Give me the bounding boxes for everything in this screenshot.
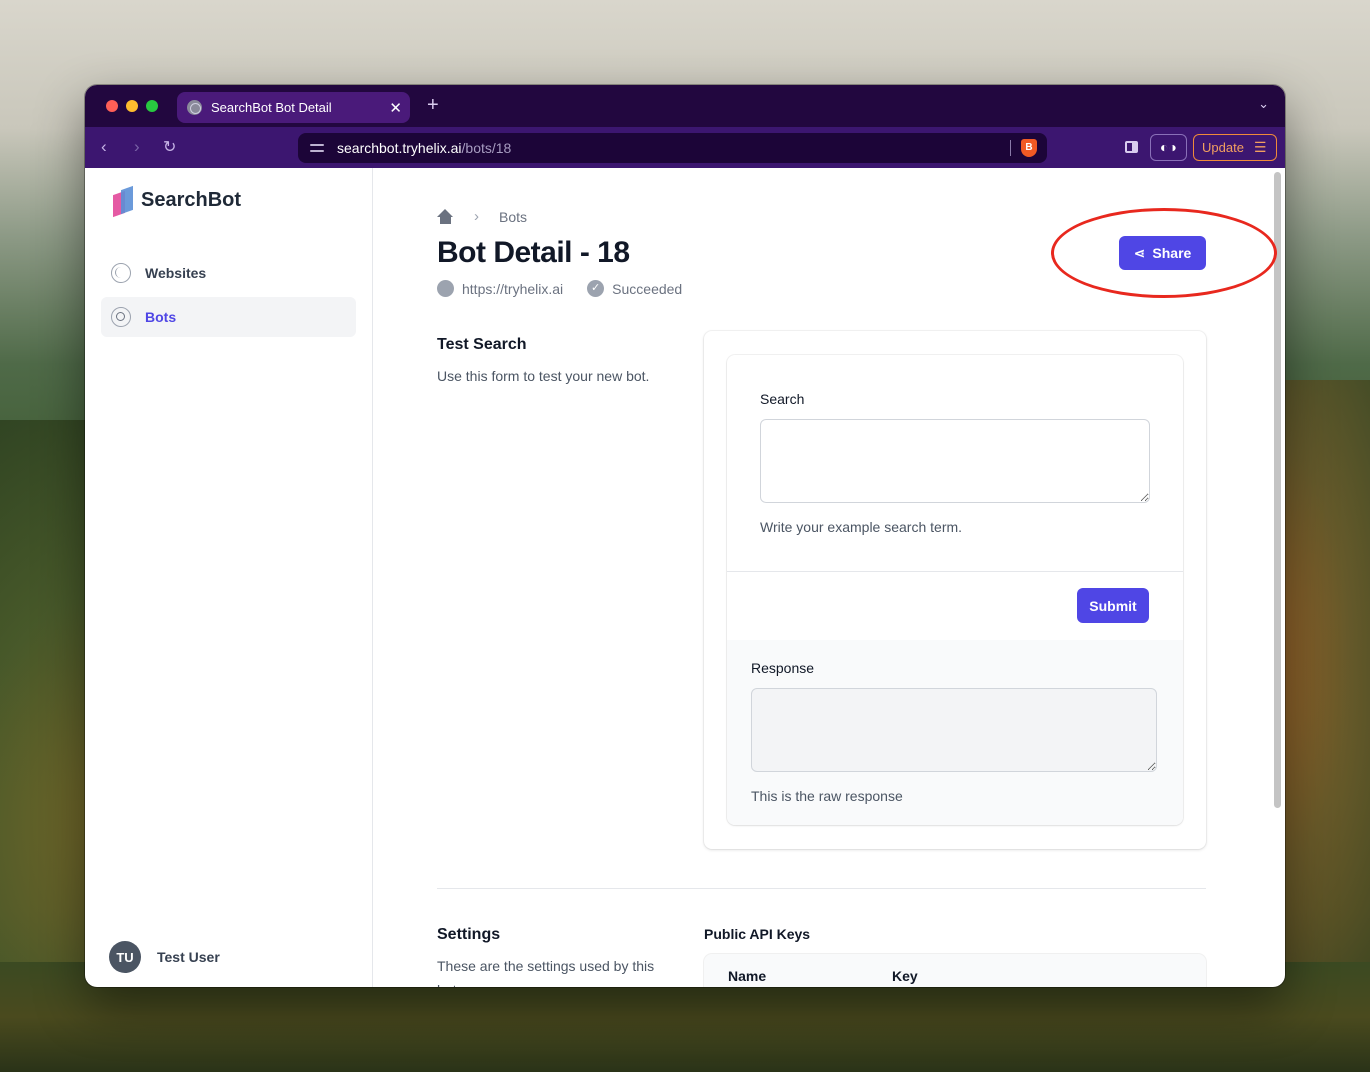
- bot-url-text: https://tryhelix.ai: [462, 280, 564, 297]
- sidebar-item-label: Websites: [145, 265, 207, 281]
- window-controls: [106, 100, 158, 112]
- response-section: Response This is the raw response: [727, 640, 1183, 825]
- update-button[interactable]: Update ☰: [1193, 134, 1277, 161]
- settings-title: Settings: [437, 926, 501, 943]
- check-circle-icon: ✓: [587, 280, 605, 297]
- column-header-key: Key: [892, 968, 918, 984]
- close-window-button[interactable]: [106, 100, 118, 112]
- status-text: Succeeded: [612, 280, 683, 297]
- new-tab-button[interactable]: +: [427, 94, 439, 117]
- search-input[interactable]: [760, 419, 1150, 503]
- chevron-down-icon[interactable]: ⌄: [1258, 96, 1269, 112]
- main-panel: › Bots Bot Detail - 18 https://tryhelix.…: [373, 168, 1285, 987]
- response-hint: This is the raw response: [751, 788, 903, 804]
- api-keys-table: Name Key: [704, 954, 1206, 987]
- response-label: Response: [751, 660, 815, 676]
- tab-title: SearchBot Bot Detail: [211, 100, 332, 115]
- sidebar-nav: Websites Bots: [101, 253, 356, 341]
- settings-description: These are the settings used by this bot.: [437, 958, 655, 987]
- test-search-title: Test Search: [437, 336, 527, 353]
- breadcrumb: › Bots: [437, 208, 527, 225]
- browser-toolbar: ‹ › ↻ searchbot.tryhelix.ai/bots/18 B ◐◑…: [85, 127, 1285, 168]
- logo-text: SearchBot: [141, 189, 242, 211]
- logo[interactable]: SearchBot: [113, 185, 242, 218]
- avatar: TU: [109, 941, 141, 973]
- sidebar-toggle-icon[interactable]: [1125, 141, 1138, 153]
- bot-url: https://tryhelix.ai: [437, 280, 563, 297]
- sidebar-item-label: Bots: [145, 309, 177, 325]
- annotation-circle: [1051, 208, 1277, 298]
- update-label: Update: [1202, 140, 1244, 155]
- home-icon[interactable]: [437, 209, 454, 224]
- site-settings-icon[interactable]: [310, 142, 324, 154]
- private-glasses-icon[interactable]: ◐◑: [1150, 134, 1187, 161]
- sidebar: SearchBot Websites Bots TU Test User: [85, 168, 373, 987]
- search-icon: [437, 280, 454, 297]
- menu-icon: ☰: [1253, 139, 1267, 155]
- column-header-name: Name: [728, 968, 767, 984]
- page-title: Bot Detail - 18: [437, 236, 630, 269]
- form-divider: [727, 571, 1183, 572]
- globe-icon: [111, 263, 131, 283]
- logo-icon: [113, 185, 134, 218]
- sidebar-item-websites[interactable]: Websites: [101, 253, 356, 293]
- reload-icon[interactable]: ↻: [163, 137, 176, 157]
- url-host: searchbot.tryhelix.ai: [337, 140, 462, 156]
- maximize-window-button[interactable]: [146, 100, 158, 112]
- browser-titlebar: SearchBot Bot Detail ✕ + ⌄: [85, 85, 1285, 127]
- minimize-window-button[interactable]: [126, 100, 138, 112]
- brave-shield-icon[interactable]: B: [1021, 139, 1037, 157]
- breadcrumb-bots[interactable]: Bots: [499, 209, 527, 225]
- browser-window: SearchBot Bot Detail ✕ + ⌄ ‹ › ↻ searchb…: [85, 85, 1285, 987]
- user-name: Test User: [157, 949, 220, 965]
- user-profile[interactable]: TU Test User: [109, 941, 220, 973]
- test-search-form: Search Write your example search term. S…: [727, 355, 1183, 825]
- search-label: Search: [760, 391, 805, 407]
- forward-icon[interactable]: ›: [134, 137, 140, 157]
- scrollbar[interactable]: [1274, 172, 1281, 808]
- chevron-right-icon: ›: [474, 208, 479, 225]
- test-search-card: Search Write your example search term. S…: [704, 331, 1206, 849]
- url-path: /bots/18: [461, 140, 512, 156]
- address-divider: [1010, 140, 1011, 156]
- status-badge: ✓ Succeeded: [587, 280, 682, 297]
- response-output[interactable]: [751, 688, 1157, 772]
- bot-meta: https://tryhelix.ai ✓ Succeeded: [437, 280, 706, 297]
- globe-icon: [187, 100, 202, 115]
- api-keys-label: Public API Keys: [704, 926, 811, 942]
- search-icon: [111, 307, 131, 327]
- submit-button[interactable]: Submit: [1077, 588, 1149, 623]
- page-content: SearchBot Websites Bots TU Test User › B…: [85, 168, 1285, 987]
- test-search-description: Use this form to test your new bot.: [437, 368, 650, 384]
- back-icon[interactable]: ‹: [101, 137, 107, 157]
- section-divider: [437, 888, 1206, 889]
- browser-tab-active[interactable]: SearchBot Bot Detail ✕: [177, 92, 410, 123]
- close-icon[interactable]: ✕: [389, 99, 402, 117]
- search-hint: Write your example search term.: [760, 519, 963, 535]
- address-bar[interactable]: searchbot.tryhelix.ai/bots/18 B: [298, 133, 1047, 163]
- sidebar-item-bots[interactable]: Bots: [101, 297, 356, 337]
